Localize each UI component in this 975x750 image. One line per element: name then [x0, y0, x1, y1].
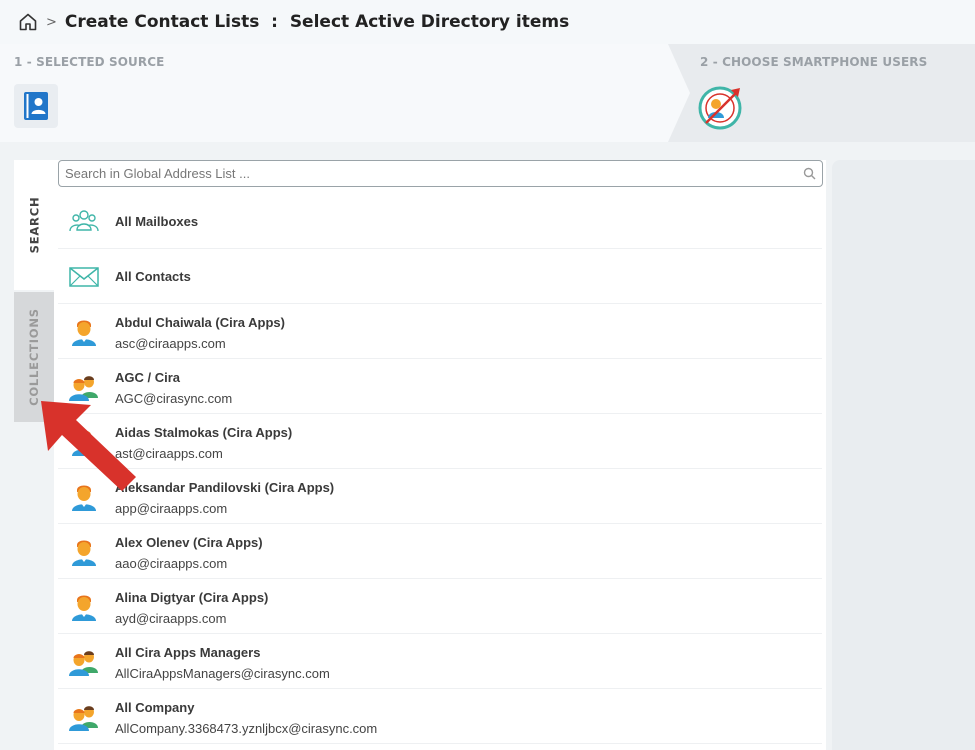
list-item-all-mailboxes[interactable]: All Mailboxes	[58, 194, 822, 249]
people-icon	[69, 706, 98, 731]
annotation-arrow-icon	[41, 401, 136, 491]
search-input[interactable]	[65, 162, 785, 185]
item-email: asc@ciraapps.com	[115, 336, 226, 351]
item-email: aao@ciraapps.com	[115, 556, 228, 571]
list-item-all-contacts[interactable]: All Contacts	[58, 249, 822, 304]
person-icon	[72, 595, 96, 621]
item-name: Alina Digtyar (Cira Apps)	[115, 590, 269, 605]
step2-label: 2 - CHOOSE SMARTPHONE USERS	[700, 55, 928, 69]
search-field[interactable]	[58, 160, 823, 187]
item-name: All Cira Apps Managers	[115, 645, 261, 660]
list-item-contact[interactable]: Abdul Chaiwala (Cira Apps) asc@ciraapps.…	[58, 304, 822, 359]
breadcrumb-separator: >	[46, 14, 57, 30]
list-item-contact[interactable]: Alina Digtyar (Cira Apps) ayd@ciraapps.c…	[58, 579, 822, 634]
item-name: All Company	[115, 700, 195, 715]
people-icon	[69, 651, 98, 676]
person-icon	[72, 320, 96, 346]
item-name: All Mailboxes	[115, 214, 199, 229]
tab-collections-label: COLLECTIONS	[27, 308, 41, 406]
list-item-contact[interactable]: Aleksandar Pandilovski (Cira Apps) app@c…	[58, 469, 822, 524]
item-name: AGC / Cira	[115, 370, 181, 385]
list-item-group[interactable]: All Cira Apps Managers AllCiraAppsManage…	[58, 634, 822, 689]
list-item-contact[interactable]: Alex Olenev (Cira Apps) aao@ciraapps.com	[58, 524, 822, 579]
list-item-group[interactable]: AGC / Cira AGC@cirasync.com	[58, 359, 822, 414]
item-name: Abdul Chaiwala (Cira Apps)	[115, 315, 285, 330]
item-name: All Contacts	[115, 269, 191, 284]
person-icon	[72, 540, 96, 566]
search-icon[interactable]	[803, 167, 816, 180]
page-header: > Create Contact Lists : Select Active D…	[0, 0, 975, 44]
item-email: app@ciraapps.com	[115, 501, 228, 516]
item-email: ayd@ciraapps.com	[115, 611, 227, 626]
item-email: AllCompany.3368473.yznljbcx@cirasync.com	[115, 721, 378, 736]
step1-label: 1 - SELECTED SOURCE	[14, 55, 165, 69]
contact-book-icon[interactable]	[14, 84, 58, 128]
item-name: Alex Olenev (Cira Apps)	[115, 535, 263, 550]
list-item-contact[interactable]: Aidas Stalmokas (Cira Apps) ast@ciraapps…	[58, 414, 822, 469]
page-title: Create Contact Lists : Select Active Dir…	[64, 12, 570, 32]
wizard-steps: 1 - SELECTED SOURCE 2 - CHOOSE SMARTPHON…	[0, 44, 975, 142]
tab-search[interactable]: SEARCH	[14, 160, 54, 290]
item-name: Aleksandar Pandilovski (Cira Apps)	[115, 480, 335, 495]
home-icon[interactable]	[18, 12, 38, 32]
directory-list: All Mailboxes All Contacts Abdul Chaiwal…	[58, 194, 822, 744]
item-email: AllCiraAppsManagers@cirasync.com	[115, 666, 330, 681]
user-target-icon	[698, 86, 742, 130]
selected-users-panel	[832, 160, 975, 750]
envelope-icon	[69, 267, 99, 287]
list-item-group[interactable]: All Company AllCompany.3368473.yznljbcx@…	[58, 689, 822, 744]
group-outline-icon	[69, 210, 99, 232]
tab-search-label: SEARCH	[27, 196, 42, 254]
